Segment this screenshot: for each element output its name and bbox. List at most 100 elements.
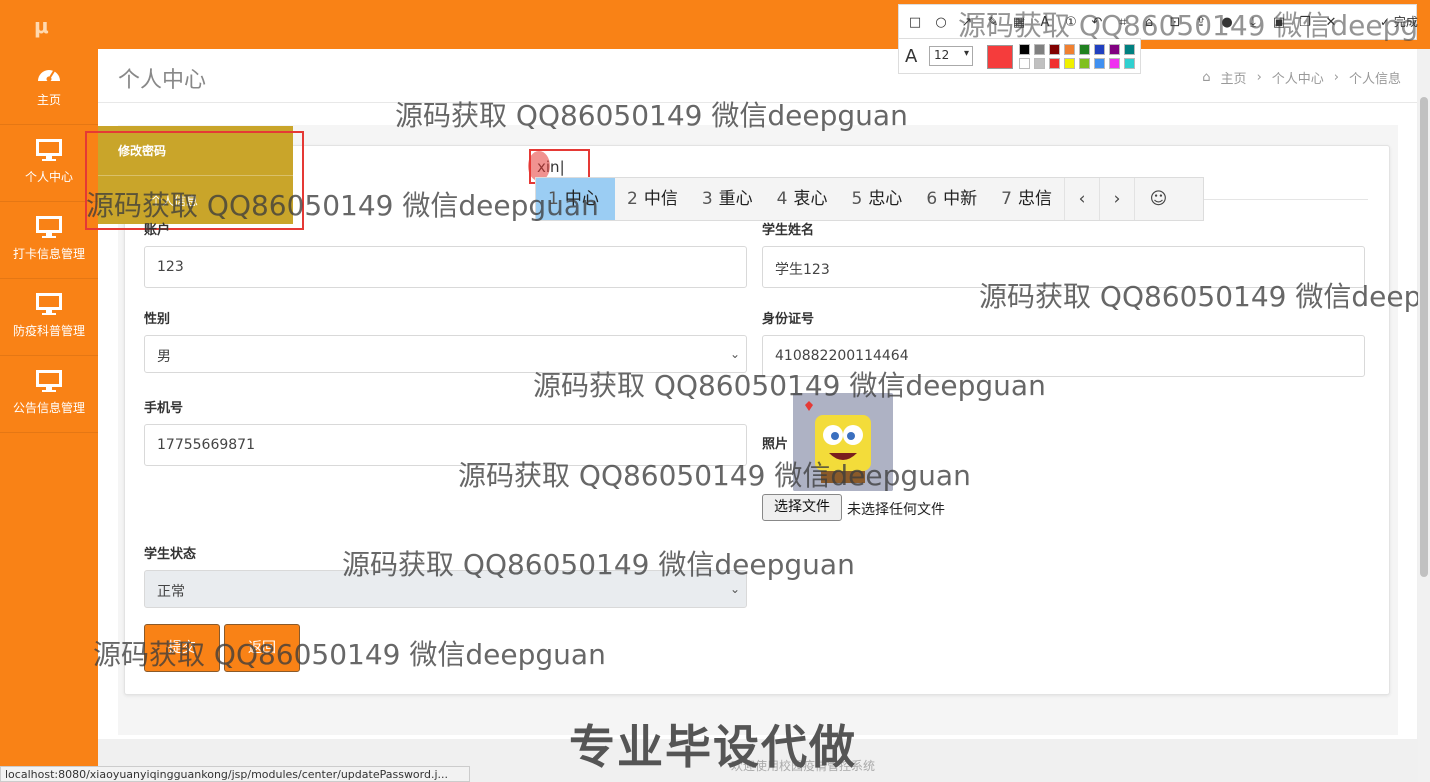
monitor-icon: [36, 216, 62, 238]
sidebar-item-checkin[interactable]: 打卡信息管理: [0, 203, 98, 279]
sidebar-item-home[interactable]: 主页: [0, 49, 98, 125]
ime-candidate[interactable]: 3 重心: [690, 178, 765, 220]
monitor-icon: [36, 293, 62, 315]
logo: μ: [34, 14, 49, 38]
text-icon[interactable]: A: [1037, 15, 1053, 30]
crop-icon[interactable]: ⌗: [1115, 15, 1131, 30]
undo-icon[interactable]: ↶: [1089, 15, 1105, 30]
status-bar-url: localhost:8080/xiaoyuanyiqingguankong/js…: [0, 766, 470, 782]
back-button[interactable]: 返回: [224, 624, 300, 672]
number-icon[interactable]: ①: [1063, 15, 1079, 30]
color-swatch[interactable]: [1094, 58, 1105, 69]
student-name-input[interactable]: 学生123: [762, 246, 1365, 288]
monitor-icon: [36, 139, 62, 161]
color-swatch[interactable]: [1124, 44, 1135, 55]
pin-icon[interactable]: ⌂: [1141, 15, 1157, 30]
page-title: 个人中心: [118, 68, 207, 93]
pen-icon[interactable]: ✎: [985, 15, 1001, 30]
phone-input[interactable]: 17755669871: [144, 424, 747, 466]
chevron-down-icon: ⌄: [729, 582, 740, 596]
file-status-text: 未选择任何文件: [847, 502, 945, 518]
breadcrumb-current: 个人信息: [1348, 72, 1401, 87]
color-swatch[interactable]: [1064, 58, 1075, 69]
sidebar-item-personal-center[interactable]: 个人中心: [0, 126, 98, 202]
avatar-photo: [793, 393, 893, 491]
sidebar-item-epidemic[interactable]: 防疫科普管理: [0, 280, 98, 356]
record-icon[interactable]: ●: [1219, 15, 1235, 30]
sidebar: μ 主页 个人中心 打卡信息管理 防疫科普管理 公告信息管理: [0, 0, 98, 782]
form-card: [124, 145, 1390, 695]
color-swatch[interactable]: [1049, 58, 1060, 69]
sidebar-item-label: 个人中心: [24, 170, 73, 184]
color-swatch[interactable]: [1094, 44, 1105, 55]
color-swatch[interactable]: [1049, 44, 1060, 55]
ime-candidate[interactable]: 7 忠信: [989, 178, 1064, 220]
id-number-label: 身份证号: [762, 312, 815, 327]
sidebar-item-notice[interactable]: 公告信息管理: [0, 357, 98, 433]
close-icon[interactable]: ✕: [1323, 15, 1339, 30]
account-label: 账户: [144, 223, 171, 238]
color-swatch[interactable]: [1034, 44, 1045, 55]
sponge-character-image: [793, 393, 893, 491]
sidebar-item-label: 打卡信息管理: [12, 247, 85, 261]
color-swatch[interactable]: [1064, 44, 1075, 55]
chevron-down-icon: ▾: [963, 48, 969, 59]
sidebar-item-label: 公告信息管理: [12, 401, 85, 415]
color-swatch[interactable]: [1109, 44, 1120, 55]
ime-candidate[interactable]: 5 忠心: [839, 178, 914, 220]
choose-file-button[interactable]: 选择文件: [762, 494, 842, 521]
color-swatch[interactable]: [1019, 58, 1030, 69]
breadcrumb-center[interactable]: 个人中心: [1272, 68, 1324, 87]
share-icon[interactable]: ⇪: [1193, 15, 1209, 30]
color-swatch[interactable]: [1079, 58, 1090, 69]
status-select[interactable]: 正常 ⌄: [144, 570, 747, 608]
ime-candidate[interactable]: 4 衷心: [765, 178, 840, 220]
arrow-icon[interactable]: ↗: [959, 15, 975, 30]
current-color[interactable]: [987, 45, 1013, 69]
ime-candidate[interactable]: 1 中心: [536, 178, 615, 220]
color-swatch[interactable]: [1124, 58, 1135, 69]
ime-next-icon[interactable]: ›: [1098, 178, 1134, 220]
chevron-down-icon: ⌄: [729, 347, 740, 361]
scrollbar[interactable]: [1418, 49, 1430, 782]
breadcrumb: ⌂ 主页 › 个人中心 › 个人信息: [1202, 68, 1401, 87]
font-icon: A: [905, 46, 918, 67]
submit-button[interactable]: 提交: [144, 624, 220, 672]
watermark-banner: 专业毕设代做: [569, 720, 857, 774]
ime-candidate[interactable]: 2 中信: [615, 178, 690, 220]
sidebar-item-label: 防疫科普管理: [12, 324, 85, 338]
mosaic-icon[interactable]: ▦: [1011, 15, 1027, 30]
save-icon[interactable]: ▣: [1271, 15, 1287, 30]
home-icon: ⌂: [1202, 70, 1211, 85]
ime-emoji-icon[interactable]: ☺: [1133, 178, 1182, 220]
font-size-select[interactable]: 12 ▾: [929, 46, 973, 66]
scrollbar-thumb[interactable]: [1420, 97, 1428, 577]
status-label: 学生状态: [144, 547, 197, 562]
gender-select[interactable]: 男 ⌄: [144, 335, 747, 373]
page-header: 个人中心 ⌂ 主页 › 个人中心 › 个人信息: [98, 49, 1417, 103]
ime-candidate-bar: 1 中心 2 中信 3 重心 4 衷心 5 忠心 6 中新 7 忠信 ‹ › ☺: [535, 177, 1204, 221]
ime-prev-icon[interactable]: ‹: [1063, 178, 1099, 220]
id-number-input[interactable]: 410882200114464: [762, 335, 1365, 377]
ellipse-icon[interactable]: ○: [933, 15, 949, 30]
chevron-right-icon: ›: [1256, 70, 1262, 85]
ocr-icon[interactable]: ⊡: [1167, 15, 1183, 30]
download-icon[interactable]: ⤓: [1245, 15, 1261, 30]
sidebar-item-label: 主页: [36, 93, 61, 107]
photo-label: 照片: [762, 437, 789, 452]
account-input[interactable]: 123: [144, 246, 747, 288]
done-button[interactable]: ✓ 完成: [1380, 13, 1418, 30]
color-swatch[interactable]: [1034, 58, 1045, 69]
dashboard-icon: [38, 70, 60, 82]
copy-icon[interactable]: ❐: [1297, 15, 1313, 30]
color-swatch[interactable]: [1109, 58, 1120, 69]
gender-label: 性别: [144, 312, 171, 327]
breadcrumb-home[interactable]: 主页: [1221, 68, 1247, 87]
screenshot-toolbar: □ ○ ↗ ✎ ▦ A ① ↶ ⌗ ⌂ ⊡ ⇪ ● ⤓ ▣ ❐ ✕: [898, 4, 1417, 40]
gender-value: 男: [157, 349, 171, 365]
ime-candidate[interactable]: 6 中新: [914, 178, 989, 220]
rectangle-icon[interactable]: □: [907, 15, 923, 30]
color-swatch[interactable]: [1019, 44, 1030, 55]
monitor-icon: [36, 370, 62, 392]
color-swatch[interactable]: [1079, 44, 1090, 55]
